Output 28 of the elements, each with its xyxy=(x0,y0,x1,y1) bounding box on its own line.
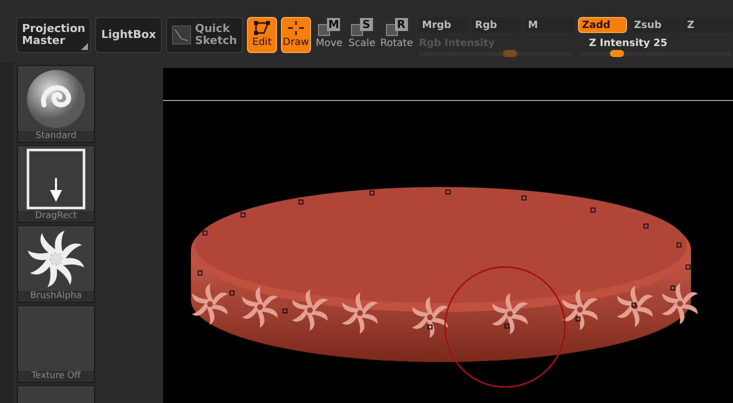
sphere-brush-icon xyxy=(26,68,86,128)
swirl-alpha-icon xyxy=(26,228,86,288)
mode-toggle[interactable]: Zadd xyxy=(578,17,627,33)
mode-button[interactable]: R Rotate xyxy=(380,17,413,53)
mode-toggle[interactable]: Rgb xyxy=(472,17,521,33)
drag-rectangle-icon xyxy=(26,148,86,210)
mode-toggle[interactable]: M xyxy=(525,17,574,33)
mode-toggle[interactable]: Mrgb xyxy=(419,17,468,33)
mode-button[interactable]: S Scale xyxy=(348,17,376,53)
mode-toggle[interactable]: Z xyxy=(684,17,733,33)
quick-sketch-button[interactable]: Quick Sketch xyxy=(166,17,243,53)
slider-label: Z Intensity 25 xyxy=(588,36,668,50)
viewport-canvas[interactable] xyxy=(163,68,733,403)
sketch-pen-icon xyxy=(172,25,191,45)
brush-slot[interactable]: BrushAlpha xyxy=(17,225,95,303)
mode-button[interactable]: Draw xyxy=(280,17,311,53)
mode-button[interactable]: Edit xyxy=(247,17,277,53)
brush-slot[interactable]: DragRect xyxy=(17,145,95,223)
toolbar-button[interactable]: LightBox xyxy=(95,17,162,53)
mode-toggle[interactable]: Zsub xyxy=(631,17,680,33)
toolbar-button[interactable]: Projection Master xyxy=(16,17,92,53)
crosshair-icon xyxy=(288,21,304,35)
brush-slot[interactable]: Standard xyxy=(17,65,95,143)
brush-slot[interactable]: Texture Off xyxy=(17,305,95,383)
mode-button[interactable]: M Move xyxy=(314,17,344,53)
slider-thumb[interactable] xyxy=(610,50,624,57)
corner-caret-icon xyxy=(81,43,88,50)
edit-frame-icon xyxy=(252,21,271,35)
